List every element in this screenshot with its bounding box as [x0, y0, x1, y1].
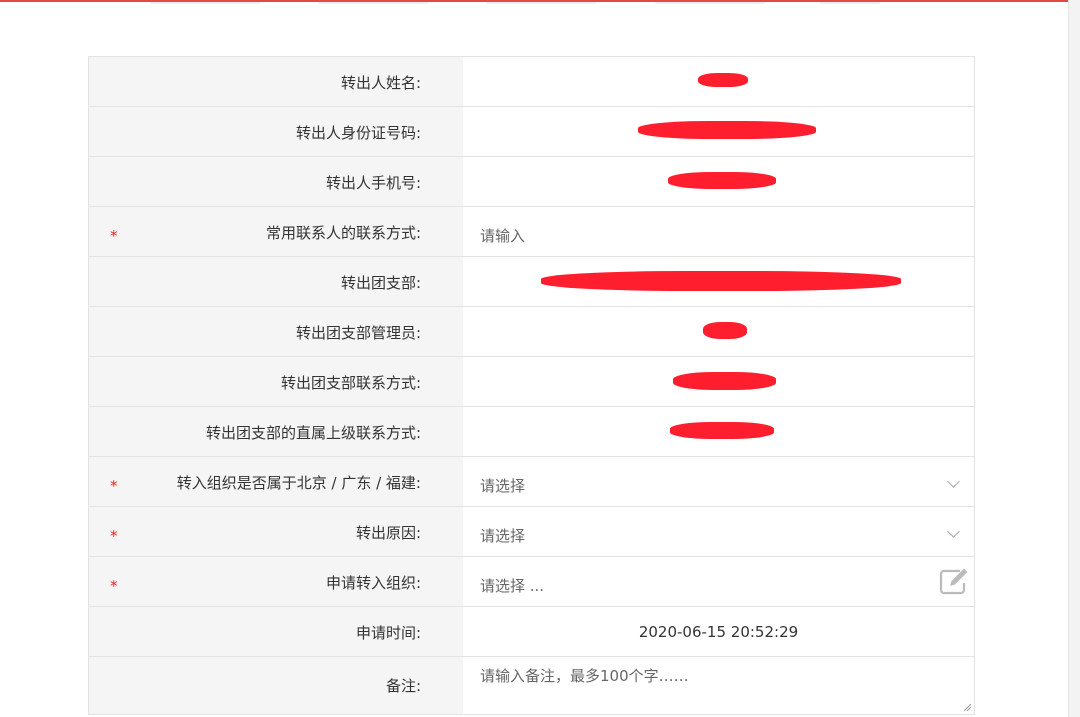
- field-label-text: 转出人姓名:: [340, 74, 421, 92]
- field-label-text: 转出原因:: [355, 524, 421, 542]
- select-placeholder: 请选择: [480, 527, 526, 545]
- field-value-name: [463, 57, 974, 106]
- field-label: * 常用联系人的联系方式:: [89, 207, 463, 256]
- field-label: 转出人姓名:: [89, 57, 463, 106]
- field-value-superior-contact: [463, 407, 974, 456]
- field-label-text: 备注:: [385, 677, 421, 695]
- field-label: 转出人手机号:: [89, 157, 463, 206]
- field-label-text: 转出人手机号:: [325, 174, 421, 192]
- field-label: * 申请转入组织:: [89, 557, 463, 606]
- form-row-reason: * 转出原因: 请选择: [89, 507, 974, 557]
- field-label-text: 申请时间:: [355, 624, 421, 642]
- field-label-text: 转出团支部的直属上级联系方式:: [205, 424, 421, 442]
- form-row-contact: * 常用联系人的联系方式: 请输入: [89, 207, 974, 257]
- field-label-text: 申请转入组织:: [325, 574, 421, 592]
- required-mark: *: [110, 527, 118, 545]
- redaction-mark: [673, 372, 776, 390]
- target-org-picker[interactable]: 请选择 ...: [463, 557, 974, 606]
- field-value-branch-admin: [463, 307, 974, 356]
- redaction-mark: [668, 172, 776, 189]
- field-label: 转出团支部的直属上级联系方式:: [89, 407, 463, 456]
- form-row-branch-admin: 转出团支部管理员:: [89, 307, 974, 357]
- picker-placeholder: 请选择 ...: [480, 577, 545, 595]
- remark-textarea[interactable]: 请输入备注，最多100个字……: [463, 657, 974, 714]
- form-row-remark: 备注: 请输入备注，最多100个字……: [89, 657, 974, 715]
- region-select[interactable]: 请选择: [463, 457, 974, 506]
- top-navigation: [0, 0, 1068, 8]
- chevron-down-icon: [947, 475, 960, 488]
- field-label: * 转出原因:: [89, 507, 463, 556]
- field-label: 转出团支部:: [89, 257, 463, 306]
- field-label: 转出团支部联系方式:: [89, 357, 463, 406]
- chevron-down-icon: [947, 525, 960, 538]
- input-placeholder: 请输入: [480, 227, 526, 245]
- field-label-text: 转出人身份证号码:: [295, 124, 421, 142]
- field-label-text: 转出团支部管理员:: [295, 324, 421, 342]
- field-label-text: 转出团支部:: [340, 274, 421, 292]
- field-label-text: 转入组织是否属于北京 / 广东 / 福建:: [176, 474, 421, 492]
- form-row-id-number: 转出人身份证号码:: [89, 107, 974, 157]
- form-row-branch: 转出团支部:: [89, 257, 974, 307]
- required-mark: *: [110, 477, 118, 495]
- redaction-mark: [638, 121, 816, 139]
- form-row-superior-contact: 转出团支部的直属上级联系方式:: [89, 407, 974, 457]
- form-row-target-org: * 申请转入组织: 请选择 ...: [89, 557, 974, 607]
- field-label-text: 转出团支部联系方式:: [280, 374, 421, 392]
- select-placeholder: 请选择: [480, 477, 526, 495]
- form-row-region: * 转入组织是否属于北京 / 广东 / 福建: 请选择: [89, 457, 974, 507]
- apply-time-text: 2020-06-15 20:52:29: [638, 623, 799, 641]
- field-label: * 转入组织是否属于北京 / 广东 / 福建:: [89, 457, 463, 506]
- field-value-branch-contact: [463, 357, 974, 406]
- scrollbar-track[interactable]: [1068, 0, 1080, 717]
- transfer-form: 转出人姓名: 转出人身份证号码: 转出人手机号: * 常用联系人的联系方式: 请…: [88, 56, 975, 715]
- field-label: 转出人身份证号码:: [89, 107, 463, 156]
- field-value-id-number: [463, 107, 974, 156]
- redaction-mark: [541, 271, 901, 291]
- required-mark: *: [110, 577, 118, 595]
- field-label-text: 常用联系人的联系方式:: [265, 224, 421, 242]
- redaction-mark: [698, 73, 748, 87]
- field-label: 备注:: [89, 657, 463, 714]
- field-label: 转出团支部管理员:: [89, 307, 463, 356]
- contact-input[interactable]: 请输入: [463, 207, 974, 256]
- field-value-branch: [463, 257, 974, 306]
- field-value-phone: [463, 157, 974, 206]
- field-label: 申请时间:: [89, 607, 463, 656]
- edit-icon[interactable]: [938, 567, 970, 595]
- reason-select[interactable]: 请选择: [463, 507, 974, 556]
- redaction-mark: [670, 422, 774, 439]
- form-row-name: 转出人姓名:: [89, 57, 974, 107]
- required-mark: *: [110, 227, 118, 245]
- field-value-apply-time: 2020-06-15 20:52:29: [463, 607, 974, 656]
- form-row-phone: 转出人手机号:: [89, 157, 974, 207]
- redaction-mark: [703, 322, 747, 339]
- form-row-apply-time: 申请时间: 2020-06-15 20:52:29: [89, 607, 974, 657]
- form-row-branch-contact: 转出团支部联系方式:: [89, 357, 974, 407]
- nav-accent-line: [0, 0, 1068, 2]
- textarea-placeholder: 请输入备注，最多100个字……: [480, 667, 689, 685]
- resize-handle-icon[interactable]: [963, 703, 971, 711]
